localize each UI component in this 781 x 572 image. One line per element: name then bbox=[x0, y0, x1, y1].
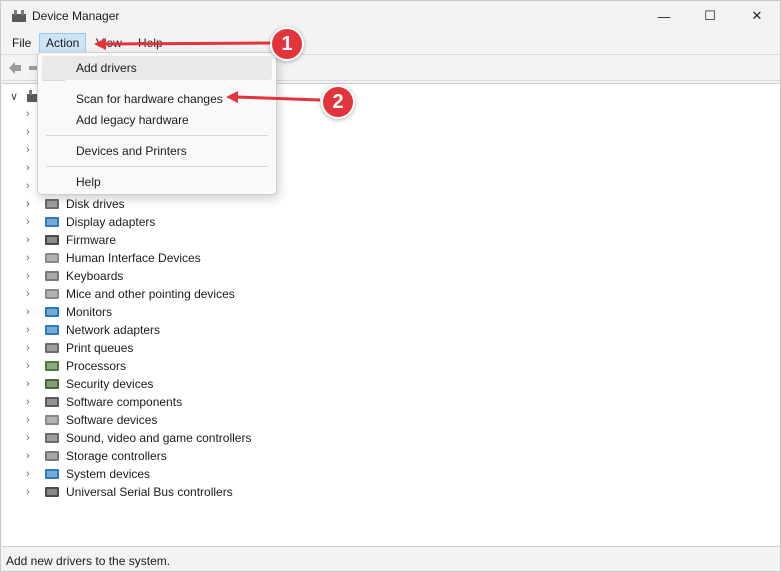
action-dropdown-menu: Add drivers Scan for hardware changes Ad… bbox=[37, 52, 277, 195]
hid-icon bbox=[44, 251, 60, 265]
chevron-right-icon[interactable]: › bbox=[26, 285, 38, 303]
menu-item-add-legacy-hardware[interactable]: Add legacy hardware bbox=[42, 108, 272, 132]
tree-row-label: Firmware bbox=[66, 233, 116, 247]
monitor-icon bbox=[44, 305, 60, 319]
chevron-right-icon[interactable]: › bbox=[26, 375, 38, 393]
chevron-right-icon[interactable]: › bbox=[26, 357, 38, 375]
tree-row[interactable]: › Sound, video and game controllers bbox=[26, 429, 426, 447]
chevron-right-icon[interactable]: › bbox=[26, 339, 38, 357]
tree-row-label: Security devices bbox=[66, 377, 154, 391]
tree-row-label: Software devices bbox=[66, 413, 158, 427]
tree-row[interactable]: › Network adapters bbox=[26, 321, 426, 339]
tree-row[interactable]: › Human Interface Devices bbox=[26, 249, 426, 267]
tree-row[interactable]: › Firmware bbox=[26, 231, 426, 249]
system-device-icon bbox=[44, 467, 60, 481]
speaker-icon bbox=[44, 431, 60, 445]
disk-drive-icon bbox=[44, 197, 60, 211]
tree-row-label: Processors bbox=[66, 359, 127, 373]
chevron-right-icon[interactable]: › bbox=[26, 321, 38, 339]
window-title: Device Manager bbox=[32, 9, 120, 23]
software-device-icon bbox=[44, 413, 60, 427]
tree-row[interactable]: › Print queues bbox=[26, 339, 426, 357]
status-bar: Add new drivers to the system. bbox=[1, 549, 780, 571]
tree-row-label: Storage controllers bbox=[66, 449, 167, 463]
device-manager-icon bbox=[12, 10, 26, 22]
menu-file[interactable]: File bbox=[6, 33, 37, 53]
tree-row-label: Sound, video and game controllers bbox=[66, 431, 252, 445]
software-component-icon bbox=[44, 395, 60, 409]
annotation-badge-1: 1 bbox=[270, 27, 304, 61]
chevron-right-icon[interactable]: › bbox=[26, 303, 38, 321]
tree-row-label: Print queues bbox=[66, 341, 134, 355]
tree-row[interactable]: › Mice and other pointing devices bbox=[26, 285, 426, 303]
tree-row-label: System devices bbox=[66, 467, 151, 481]
menu-action[interactable]: Action bbox=[39, 33, 87, 53]
security-device-icon bbox=[44, 377, 60, 391]
tree-row[interactable]: › Security devices bbox=[26, 375, 426, 393]
menu-item-add-drivers[interactable]: Add drivers bbox=[42, 56, 272, 80]
tree-row[interactable]: › System devices bbox=[26, 465, 426, 483]
status-text: Add new drivers to the system. bbox=[6, 554, 171, 568]
back-arrow-icon[interactable] bbox=[7, 60, 23, 76]
chevron-right-icon[interactable]: › bbox=[26, 429, 38, 447]
close-button[interactable]: ✕ bbox=[734, 1, 780, 31]
tree-row-label: Display adapters bbox=[66, 215, 156, 229]
chevron-right-icon[interactable]: › bbox=[26, 195, 38, 213]
tree-row-label: Universal Serial Bus controllers bbox=[66, 485, 233, 499]
tree-row[interactable]: › Software components bbox=[26, 393, 426, 411]
maximize-button[interactable]: ☐ bbox=[687, 1, 733, 31]
chevron-right-icon[interactable]: › bbox=[26, 249, 38, 267]
menu-help[interactable]: Help bbox=[132, 33, 169, 53]
chevron-right-icon[interactable]: › bbox=[26, 267, 38, 285]
menu-bar: File Action View Help bbox=[1, 31, 780, 53]
chevron-right-icon[interactable]: › bbox=[26, 465, 38, 483]
tree-row-label: Mice and other pointing devices bbox=[66, 287, 235, 301]
tree-row[interactable]: › Display adapters bbox=[26, 213, 426, 231]
tree-row-label: Network adapters bbox=[66, 323, 161, 337]
display-adapter-icon bbox=[44, 215, 60, 229]
tree-row[interactable]: › Universal Serial Bus controllers bbox=[26, 483, 426, 501]
tree-row[interactable]: › Processors bbox=[26, 357, 426, 375]
printer-icon bbox=[44, 341, 60, 355]
menu-separator bbox=[46, 135, 268, 136]
keyboard-icon bbox=[44, 269, 60, 283]
chevron-right-icon[interactable]: › bbox=[26, 393, 38, 411]
menu-item-devices-printers[interactable]: Devices and Printers bbox=[42, 139, 272, 163]
chevron-down-icon[interactable]: ∨ bbox=[10, 90, 18, 103]
chevron-right-icon[interactable]: › bbox=[26, 483, 38, 501]
processor-icon bbox=[44, 359, 60, 373]
menu-item-help[interactable]: Help bbox=[42, 170, 272, 194]
menu-view[interactable]: View bbox=[90, 33, 128, 53]
annotation-badge-2: 2 bbox=[321, 85, 355, 119]
chevron-right-icon[interactable]: › bbox=[26, 213, 38, 231]
menu-separator bbox=[46, 166, 268, 167]
minimize-button[interactable]: — bbox=[641, 1, 687, 31]
tree-row-label: Human Interface Devices bbox=[66, 251, 201, 265]
title-bar: Device Manager — ☐ ✕ bbox=[1, 1, 780, 31]
tree-row-label: Software components bbox=[66, 395, 183, 409]
tree-row[interactable]: › Keyboards bbox=[26, 267, 426, 285]
chevron-right-icon[interactable]: › bbox=[26, 411, 38, 429]
tree-row[interactable]: › Storage controllers bbox=[26, 447, 426, 465]
chevron-right-icon[interactable]: › bbox=[26, 447, 38, 465]
chevron-right-icon[interactable]: › bbox=[26, 231, 38, 249]
tree-row-label: Keyboards bbox=[66, 269, 124, 283]
tree-row[interactable]: › Monitors bbox=[26, 303, 426, 321]
firmware-icon bbox=[44, 233, 60, 247]
network-adapter-icon bbox=[44, 323, 60, 337]
tree-row-label: Disk drives bbox=[66, 197, 125, 211]
usb-icon bbox=[44, 485, 60, 499]
tree-row[interactable]: › Software devices bbox=[26, 411, 426, 429]
mouse-icon bbox=[44, 287, 60, 301]
tree-row-label: Monitors bbox=[66, 305, 113, 319]
storage-controller-icon bbox=[44, 449, 60, 463]
tree-row[interactable]: › Disk drives bbox=[26, 195, 426, 213]
